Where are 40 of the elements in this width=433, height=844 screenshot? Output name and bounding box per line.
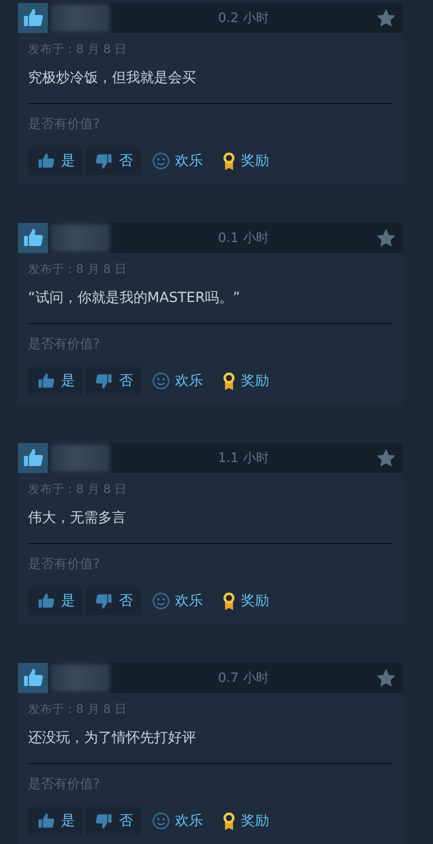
star-icon[interactable]: [375, 667, 397, 689]
star-icon[interactable]: [375, 447, 397, 469]
playtime-hours: 0.7 小时: [218, 670, 269, 687]
star-icon[interactable]: [375, 227, 397, 249]
smiley-icon: [152, 372, 170, 390]
review-text: 伟大，无需多言: [28, 509, 127, 527]
funny-button[interactable]: 欢乐: [144, 367, 211, 395]
playtime-hours: 1.1 小时: [218, 450, 269, 467]
award-ribbon-icon: [222, 151, 236, 171]
no-button[interactable]: 否: [86, 147, 141, 175]
yes-button[interactable]: 是: [28, 587, 83, 615]
no-button[interactable]: 否: [86, 807, 141, 835]
no-button[interactable]: 否: [86, 367, 141, 395]
funny-button[interactable]: 欢乐: [144, 587, 211, 615]
playtime-hours: 0.1 小时: [218, 230, 269, 247]
award-button[interactable]: 奖励: [214, 367, 277, 395]
award-button[interactable]: 奖励: [214, 587, 277, 615]
smiley-icon: [152, 152, 170, 170]
yes-button[interactable]: 是: [28, 367, 83, 395]
award-ribbon-icon: [222, 591, 236, 611]
review-text: “试问，你就是我的MASTER吗。”: [28, 289, 242, 307]
smiley-icon: [152, 812, 170, 830]
award-button[interactable]: 奖励: [214, 147, 277, 175]
review-text: 究极炒冷饭，但我就是会买: [28, 69, 197, 87]
blurred-username: [50, 4, 110, 32]
award-ribbon-icon: [222, 371, 236, 391]
funny-button[interactable]: 欢乐: [144, 147, 211, 175]
no-button[interactable]: 否: [86, 587, 141, 615]
star-icon[interactable]: [375, 7, 397, 29]
blurred-username: [50, 664, 110, 692]
yes-button[interactable]: 是: [28, 807, 83, 835]
blurred-username: [50, 444, 110, 472]
award-ribbon-icon: [222, 811, 236, 831]
smiley-icon: [152, 592, 170, 610]
review-text: 还没玩，为了情怀先打好评: [28, 729, 197, 747]
playtime-hours: 0.2 小时: [218, 10, 269, 27]
blurred-username: [50, 224, 110, 252]
yes-button[interactable]: 是: [28, 147, 83, 175]
funny-button[interactable]: 欢乐: [144, 807, 211, 835]
award-button[interactable]: 奖励: [214, 807, 277, 835]
